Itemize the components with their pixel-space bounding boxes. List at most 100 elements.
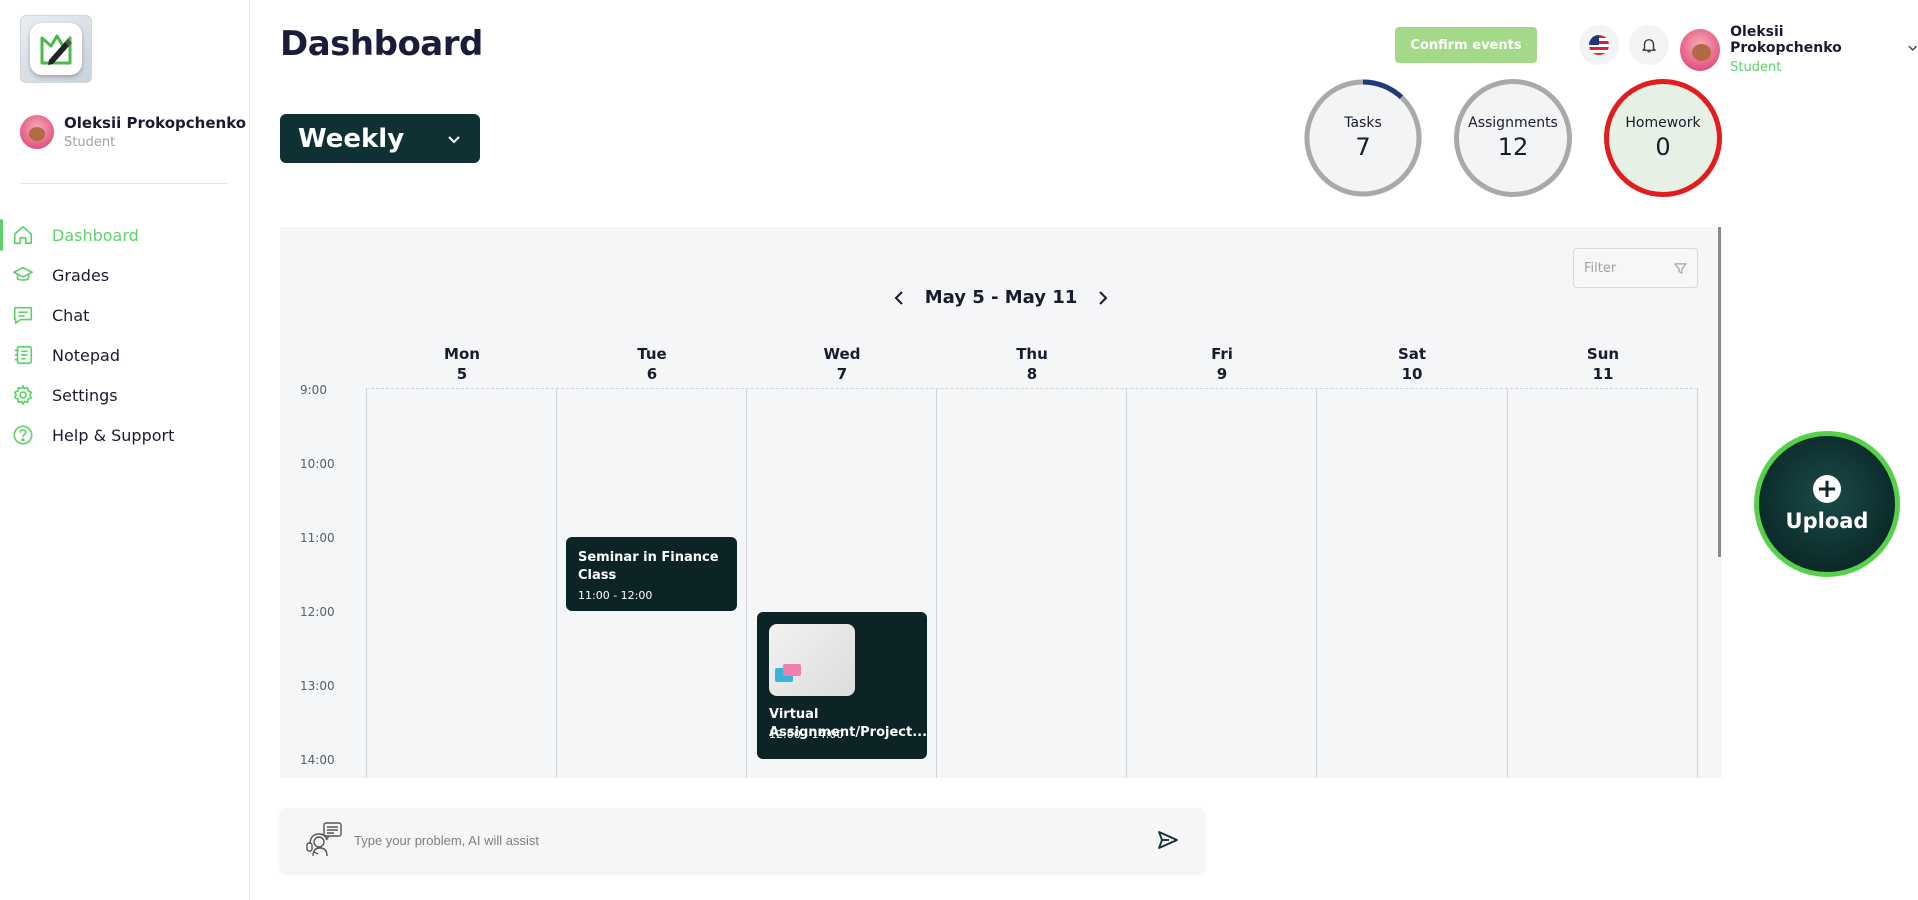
avatar	[1680, 28, 1721, 71]
sidebar-item-settings[interactable]: Settings	[0, 375, 250, 415]
upload-button[interactable]: + Upload	[1754, 431, 1900, 577]
sidebar-user-role: Student	[64, 135, 116, 150]
day-name: Sun	[1586, 345, 1620, 363]
upload-label: Upload	[1785, 509, 1869, 533]
day-header-thu: Thu 8	[937, 344, 1127, 384]
day-header-sun: Sun 11	[1508, 344, 1698, 384]
day-date: 6	[646, 365, 658, 383]
event-thumbnail	[769, 624, 855, 696]
day-date: 7	[836, 365, 848, 383]
homework-stat[interactable]: Homework 0	[1604, 79, 1722, 197]
stat-value: 12	[1497, 133, 1529, 161]
support-agent-icon	[306, 822, 342, 857]
view-select-value: Weekly	[298, 123, 405, 154]
sidebar-item-chat[interactable]: Chat	[0, 295, 250, 335]
chevron-left-icon	[894, 290, 903, 305]
stat-value: 0	[1655, 133, 1671, 161]
sidebar-item-label: Help & Support	[52, 425, 175, 445]
tasks-stat[interactable]: Tasks 7	[1304, 79, 1422, 197]
grid-line	[556, 389, 557, 778]
gear-icon	[13, 385, 33, 405]
time-label: 14:00	[300, 753, 335, 767]
calendar: Filter May 5 - May 11 Mon 5 Tue 6 Wed 7 Thu…	[280, 227, 1722, 778]
us-flag-icon	[1589, 35, 1609, 55]
day-date: 10	[1401, 365, 1423, 383]
help-icon	[13, 425, 33, 445]
stat-label: Assignments	[1468, 115, 1558, 131]
calendar-grid[interactable]: Seminar in Finance Class 11:00 - 12:00 V…	[366, 388, 1698, 778]
time-label: 12:00	[300, 605, 335, 619]
user-role: Student	[1730, 60, 1782, 75]
sidebar-item-label: Dashboard	[52, 225, 139, 245]
graduation-cap-icon	[13, 266, 33, 281]
ai-assist-bar	[280, 808, 1204, 872]
chevron-down-icon	[1907, 45, 1917, 51]
event-title: Virtual Assignment/Project...	[769, 707, 928, 740]
notifications-button[interactable]	[1629, 25, 1669, 65]
sidebar-item-label: Grades	[52, 265, 110, 285]
week-navigator: May 5 - May 11	[280, 287, 1722, 308]
event-title: Seminar in Finance Class	[578, 550, 719, 583]
filter-placeholder: Filter	[1584, 260, 1617, 276]
sidebar-item-label: Notepad	[52, 345, 120, 365]
bell-icon	[1642, 39, 1656, 53]
user-menu[interactable]: Oleksii Prokopchenko Student	[1680, 24, 1918, 75]
sidebar-item-label: Chat	[52, 305, 90, 325]
next-week-button[interactable]	[1089, 290, 1117, 305]
grid-line	[1316, 389, 1317, 778]
time-label: 9:00	[300, 383, 327, 397]
day-name: Mon	[444, 345, 480, 363]
day-header-fri: Fri 9	[1127, 344, 1317, 384]
confirm-events-button[interactable]: Confirm events	[1395, 27, 1537, 63]
grid-line	[366, 389, 367, 778]
week-range: May 5 - May 11	[924, 287, 1078, 308]
grid-line	[936, 389, 937, 778]
sidebar-nav: Dashboard Grades Chat Notepad Settings H…	[0, 215, 250, 455]
sidebar: Oleksii Prokopchenko Student Dashboard G…	[0, 0, 250, 900]
day-name: Fri	[1211, 345, 1233, 363]
time-label: 13:00	[300, 679, 335, 693]
language-button[interactable]	[1579, 25, 1619, 65]
day-name: Thu	[1016, 345, 1048, 363]
send-icon[interactable]	[1156, 828, 1180, 852]
chevron-down-icon	[448, 135, 460, 143]
grid-line	[746, 389, 747, 778]
day-name: Wed	[823, 345, 861, 363]
grid-line	[1697, 389, 1698, 778]
filter-dropdown[interactable]: Filter	[1573, 248, 1698, 288]
notepad-icon	[14, 345, 33, 365]
day-date: 8	[1026, 365, 1038, 383]
event-seminar-finance[interactable]: Seminar in Finance Class 11:00 - 12:00	[566, 537, 737, 611]
ai-problem-input[interactable]	[354, 832, 1156, 848]
event-virtual-assignment[interactable]: Virtual Assignment/Project... 12:00 - 14…	[757, 612, 927, 759]
prev-week-button[interactable]	[885, 290, 913, 305]
day-name: Tue	[637, 345, 667, 363]
day-name: Sat	[1397, 345, 1427, 363]
sidebar-item-notepad[interactable]: Notepad	[0, 335, 250, 375]
filter-icon	[1674, 262, 1687, 274]
stat-value: 7	[1355, 133, 1371, 161]
sidebar-item-help[interactable]: Help & Support	[0, 415, 250, 455]
home-icon	[13, 225, 33, 245]
divider	[20, 183, 228, 184]
time-label: 11:00	[300, 531, 335, 545]
day-date: 11	[1592, 365, 1614, 383]
app-logo[interactable]	[20, 15, 92, 83]
event-time: 11:00 - 12:00	[578, 589, 653, 602]
day-header-tue: Tue 6	[557, 344, 747, 384]
assignments-stat[interactable]: Assignments 12	[1454, 79, 1572, 197]
sidebar-user[interactable]: Oleksii Prokopchenko Student	[20, 114, 246, 150]
day-date: 9	[1216, 365, 1228, 383]
day-date: 5	[456, 365, 468, 383]
stat-label: Homework	[1625, 115, 1701, 131]
sidebar-item-grades[interactable]: Grades	[0, 255, 250, 295]
time-label: 10:00	[300, 457, 335, 471]
sidebar-item-dashboard[interactable]: Dashboard	[0, 215, 250, 255]
grid-line	[1507, 389, 1508, 778]
avatar	[20, 115, 54, 149]
day-header-mon: Mon 5	[367, 344, 557, 384]
calendar-scrollbar[interactable]	[1718, 227, 1721, 557]
view-select[interactable]: Weekly	[280, 114, 480, 163]
chevron-right-icon	[1099, 290, 1108, 305]
stat-label: Tasks	[1344, 115, 1382, 131]
